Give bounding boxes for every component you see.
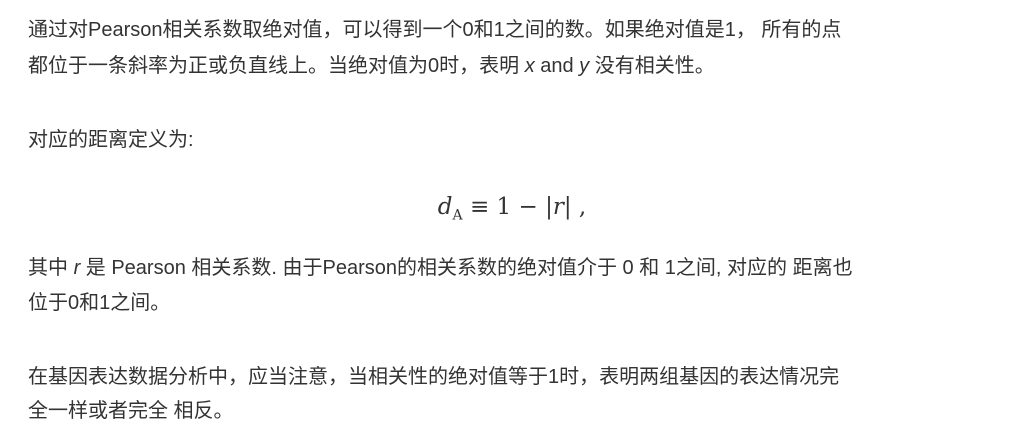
text: 其中 bbox=[28, 257, 74, 279]
paragraph-4-line-2: 全一样或者完全 相反。 bbox=[28, 400, 234, 422]
formula-end: | , bbox=[563, 194, 587, 220]
paragraph-3-line-1: 其中 r 是 Pearson 相关系数. 由于Pearson的相关系数的绝对值介… bbox=[28, 254, 853, 282]
text: and bbox=[534, 55, 580, 77]
paragraph-4-line-1: 在基因表达数据分析中，应当注意，当相关性的绝对值等于1时，表明两组基因的表达情况… bbox=[28, 366, 840, 388]
paragraph-1-line-1: 通过对Pearson相关系数取绝对值，可以得到一个0和1之间的数。如果绝对值是1… bbox=[28, 19, 842, 41]
formula-rest: ≡ 1 − | bbox=[462, 194, 553, 220]
formula-sub: A bbox=[452, 207, 463, 224]
var-y: y bbox=[579, 55, 590, 77]
formula-r: r bbox=[552, 194, 564, 220]
text: 没有相关性。 bbox=[589, 55, 715, 77]
paragraph-3-line-2: 位于0和1之间。 bbox=[28, 292, 171, 314]
paragraph-2: 对应的距离定义为: bbox=[28, 129, 194, 151]
paragraph-1-line-2: 都位于一条斜率为正或负直线上。当绝对值为0时，表明 x and y 没有相关性。 bbox=[28, 52, 715, 80]
distance-formula: dA ≡ 1 − |r| , bbox=[0, 194, 1024, 224]
formula-d: d bbox=[437, 194, 453, 220]
text: 都位于一条斜率为正或负直线上。当绝对值为0时，表明 bbox=[28, 55, 525, 77]
var-x: x bbox=[524, 55, 535, 77]
text: 是 Pearson 相关系数. 由于Pearson的相关系数的绝对值介于 0 和… bbox=[80, 257, 853, 279]
